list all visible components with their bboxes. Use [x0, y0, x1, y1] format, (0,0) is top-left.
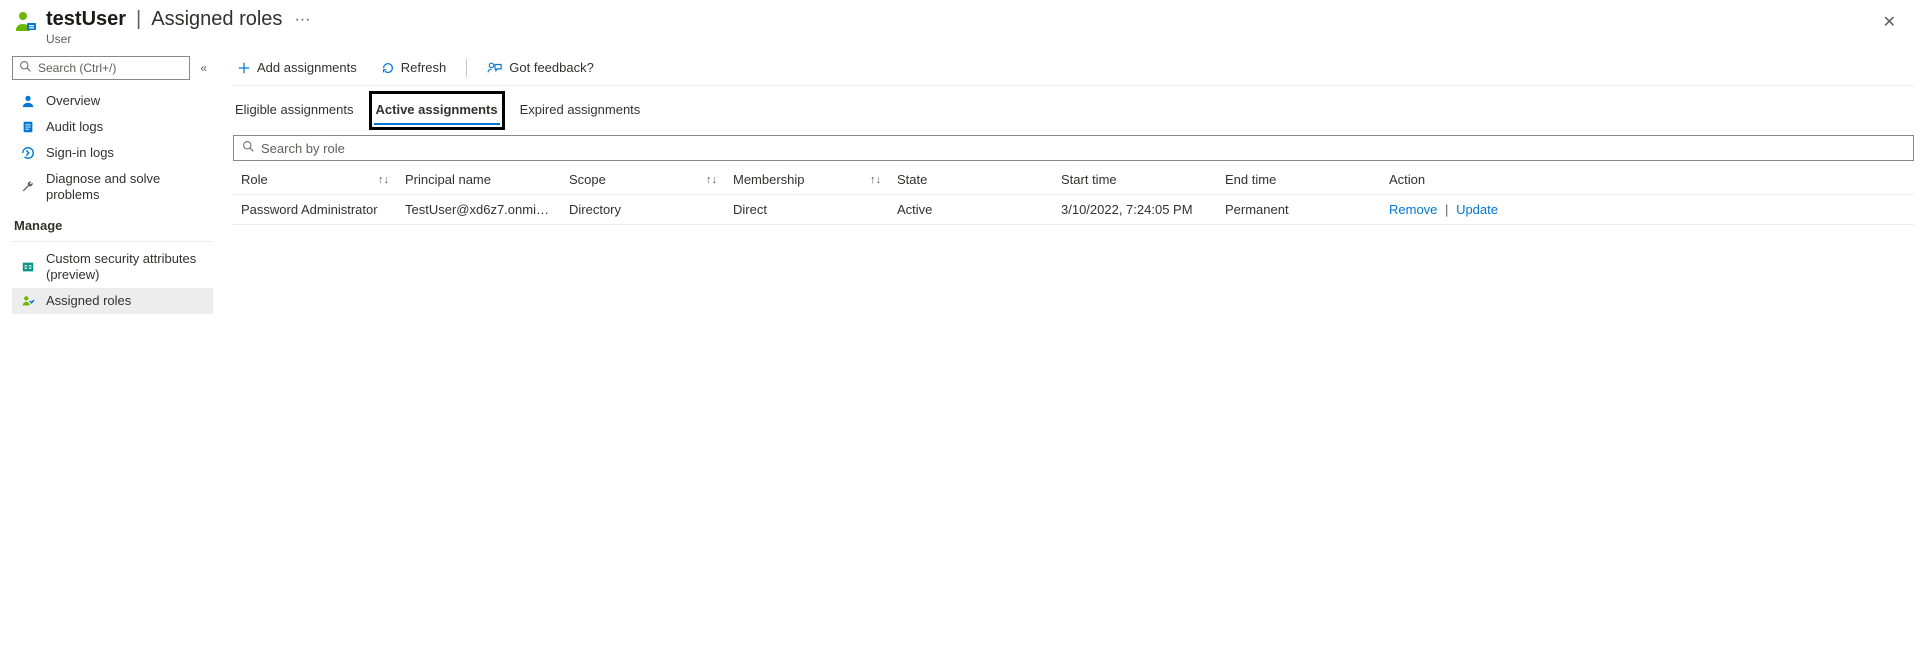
col-end[interactable]: End time	[1217, 172, 1381, 187]
col-start[interactable]: Start time	[1053, 172, 1217, 187]
col-action[interactable]: Action	[1381, 172, 1914, 187]
table-row[interactable]: Password Administrator TestUser@xd6z7.on…	[233, 195, 1914, 225]
sidebar-item-custom-security-attributes[interactable]: Custom security attributes (preview)	[12, 246, 213, 288]
table-header: Role ↑↓ Principal name Scope ↑↓ Membersh…	[233, 165, 1914, 195]
signin-icon	[20, 145, 36, 161]
close-button[interactable]: ✕	[1875, 8, 1904, 36]
sidebar-item-label: Sign-in logs	[46, 145, 114, 161]
sort-icon: ↑↓	[870, 174, 881, 186]
col-role[interactable]: Role ↑↓	[233, 172, 397, 187]
sidebar-search-input[interactable]	[38, 61, 183, 75]
button-label: Got feedback?	[509, 60, 594, 75]
cell-membership: Direct	[725, 202, 889, 217]
user-icon	[14, 10, 38, 34]
cell-start: 3/10/2022, 7:24:05 PM	[1053, 202, 1217, 217]
sidebar-item-signin-logs[interactable]: Sign-in logs	[12, 140, 213, 166]
col-label: Membership	[733, 172, 805, 187]
feedback-icon	[487, 61, 503, 75]
page-header: testUser | Assigned roles ··· User ✕	[0, 0, 1930, 50]
assigned-role-icon	[20, 293, 36, 309]
sidebar-item-overview[interactable]: Overview	[12, 88, 213, 114]
assignments-table: Role ↑↓ Principal name Scope ↑↓ Membersh…	[233, 165, 1914, 225]
sidebar-item-label: Overview	[46, 93, 100, 109]
sidebar-item-label: Assigned roles	[46, 293, 131, 309]
update-link[interactable]: Update	[1456, 202, 1498, 217]
sidebar-item-diagnose[interactable]: Diagnose and solve problems	[12, 166, 213, 208]
person-icon	[20, 93, 36, 109]
entity-type: User	[46, 32, 316, 46]
cell-principal: TestUser@xd6z7.onmicrosoft.c...	[397, 202, 561, 217]
tab-eligible-assignments[interactable]: Eligible assignments	[233, 96, 356, 125]
remove-link[interactable]: Remove	[1389, 202, 1437, 217]
sidebar-search[interactable]	[12, 56, 190, 80]
section-title: Assigned roles	[151, 8, 282, 31]
toolbar: Add assignments Refresh Got feedback?	[233, 50, 1914, 86]
sidebar-item-label: Audit logs	[46, 119, 103, 135]
main-content: Add assignments Refresh Got feedback?	[213, 50, 1930, 314]
sort-icon: ↑↓	[378, 174, 389, 186]
sidebar-item-assigned-roles[interactable]: Assigned roles	[12, 288, 213, 314]
tab-expired-assignments[interactable]: Expired assignments	[518, 96, 643, 125]
cell-end: Permanent	[1217, 202, 1381, 217]
sidebar-item-label: Custom security attributes (preview)	[46, 251, 205, 283]
button-label: Add assignments	[257, 60, 357, 75]
entity-name: testUser	[46, 8, 126, 31]
role-search-input[interactable]	[261, 141, 1905, 156]
document-icon	[20, 119, 36, 135]
sidebar-item-audit-logs[interactable]: Audit logs	[12, 114, 213, 140]
sort-icon: ↑↓	[706, 174, 717, 186]
sidebar-divider	[12, 241, 213, 242]
col-state[interactable]: State	[889, 172, 1053, 187]
sidebar-item-label: Diagnose and solve problems	[46, 171, 205, 203]
col-label: State	[897, 172, 927, 187]
search-icon	[242, 140, 255, 156]
col-label: Role	[241, 172, 268, 187]
role-search[interactable]	[233, 135, 1914, 161]
col-label: Scope	[569, 172, 606, 187]
wrench-icon	[20, 179, 36, 195]
title-separator: |	[136, 8, 141, 31]
tab-active-assignments[interactable]: Active assignments	[374, 96, 500, 125]
col-label: Principal name	[405, 172, 491, 187]
cell-scope: Directory	[561, 202, 725, 217]
refresh-button[interactable]: Refresh	[377, 58, 451, 77]
col-scope[interactable]: Scope ↑↓	[561, 172, 725, 187]
add-assignments-button[interactable]: Add assignments	[233, 58, 361, 77]
collapse-sidebar-button[interactable]: «	[198, 59, 209, 77]
action-separator: |	[1445, 202, 1448, 217]
close-icon: ✕	[1883, 14, 1896, 31]
toolbar-separator	[466, 59, 467, 77]
assignment-tabs: Eligible assignments Active assignments …	[233, 86, 1914, 125]
col-label: Start time	[1061, 172, 1117, 187]
feedback-button[interactable]: Got feedback?	[483, 58, 598, 77]
col-membership[interactable]: Membership ↑↓	[725, 172, 889, 187]
search-icon	[19, 60, 32, 76]
col-label: End time	[1225, 172, 1276, 187]
refresh-icon	[381, 61, 395, 75]
cell-state: Active	[889, 202, 1053, 217]
sidebar-section-manage: Manage	[12, 208, 213, 237]
sidebar: « Overview Audit logs Sign-in logs	[0, 50, 213, 314]
attributes-icon	[20, 259, 36, 275]
more-button[interactable]: ···	[288, 11, 316, 29]
col-principal[interactable]: Principal name	[397, 172, 561, 187]
button-label: Refresh	[401, 60, 447, 75]
cell-role: Password Administrator	[233, 202, 397, 217]
plus-icon	[237, 61, 251, 75]
col-label: Action	[1389, 172, 1425, 187]
cell-action: Remove | Update	[1381, 202, 1914, 217]
